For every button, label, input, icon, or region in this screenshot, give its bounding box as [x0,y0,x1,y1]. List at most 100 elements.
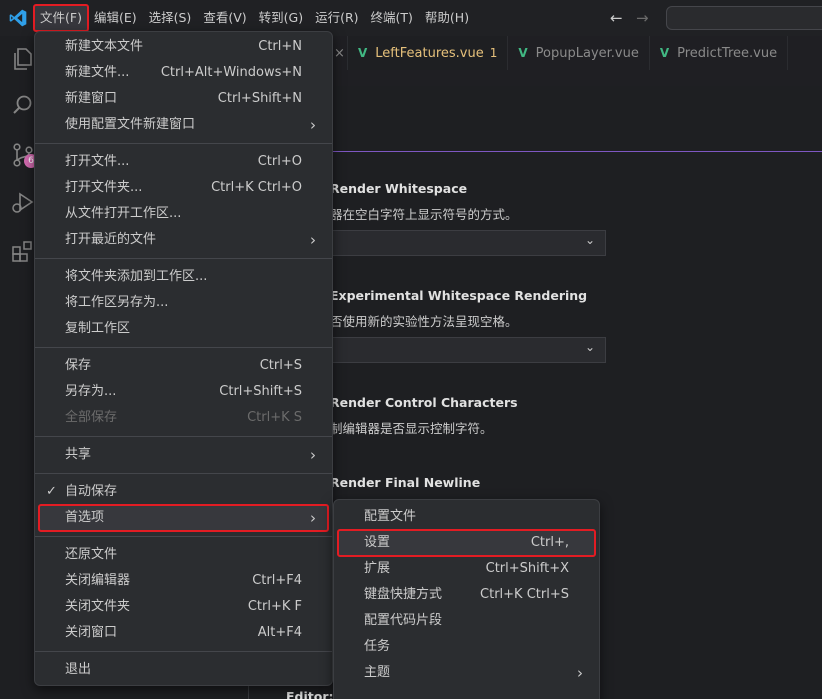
file-menu-item[interactable]: 还原文件 [39,542,328,568]
file-menu-item[interactable]: 新建文件... Ctrl+Alt+Windows+N [39,60,328,86]
file-menu-item[interactable]: 关闭编辑器 Ctrl+F4 [39,568,328,594]
menu-item-label: 从文件打开工作区... [65,206,182,221]
setting-title: Render Final Newline [330,475,481,490]
menu-item-shortcut: Ctrl+N [258,39,302,54]
menu-item-shortcut: Ctrl+K S [247,410,302,425]
menu-item-label: 关闭窗口 [65,625,118,640]
preferences-menu-item[interactable]: 键盘快捷方式 Ctrl+K Ctrl+S [338,582,595,608]
file-menu-item[interactable]: 从文件打开工作区... [39,201,328,227]
menu-item-shortcut: Ctrl+, [530,535,569,550]
file-menu-item[interactable]: 将工作区另存为... [39,290,328,316]
chevron-right-icon: › [310,116,316,134]
tab-label: LeftFeatures.vue [375,45,484,61]
extensions-icon[interactable] [10,238,36,264]
file-menu-item[interactable]: 打开文件夹... Ctrl+K Ctrl+O [39,175,328,201]
menu-item-shortcut: Ctrl+K F [247,599,302,614]
preferences-menu-item[interactable]: 扩展 Ctrl+Shift+X [338,556,595,582]
menu-item-label: 将文件夹添加到工作区... [65,269,208,284]
menu-separator [35,536,332,537]
menu-file[interactable]: 文件(F) [33,4,89,32]
menu-item-label: 首选项 [65,510,105,525]
render-whitespace-select[interactable]: ⌄ [332,230,606,256]
file-menu-item[interactable]: ✓ 自动保存 [39,479,328,505]
preferences-menu-item[interactable]: 任务 [338,634,595,660]
menu-item-label: 使用配置文件新建窗口 [65,117,196,132]
chevron-right-icon: › [577,664,583,682]
vscode-logo-icon [9,9,27,27]
file-menu-item[interactable]: 新建文本文件 Ctrl+N [39,34,328,60]
command-center-search[interactable] [666,6,822,30]
explorer-icon[interactable] [10,46,36,72]
menu-view[interactable]: 查看(V) [197,5,252,31]
menu-item-label: 退出 [65,662,92,677]
tab-problem-count: 1 [489,46,498,60]
tab-predicttree[interactable]: V PredictTree.vue [650,36,789,70]
menu-item-shortcut: Ctrl+K Ctrl+S [480,587,569,602]
preferences-menu-item[interactable]: 配置文件 [338,504,595,530]
file-menu-item[interactable]: 关闭窗口 Alt+F4 [39,620,328,646]
menu-item-shortcut: Ctrl+S [259,358,302,373]
setting-description: 否使用新的实验性方法呈现空格。 [330,314,518,329]
search-icon[interactable] [10,92,36,118]
chevron-down-icon: ⌄ [584,340,595,354]
menu-item-label: 配置代码片段 [364,613,443,628]
menu-item-shortcut: Alt+F4 [257,625,302,640]
menu-separator [35,651,332,652]
file-menu-item[interactable]: 全部保存 Ctrl+K S [39,405,328,431]
preferences-menu-item[interactable]: 配置代码片段 [338,608,595,634]
menu-item-label: 新建窗口 [65,91,118,106]
file-menu-item[interactable]: 退出 [39,657,328,683]
menu-separator [35,436,332,437]
file-menu-item[interactable]: 打开文件... Ctrl+O [39,149,328,175]
menu-help[interactable]: 帮助(H) [419,5,475,31]
menu-item-label: 配置文件 [364,509,417,524]
menu-item-label: 打开文件夹... [65,180,143,195]
file-menu-item[interactable]: 关闭文件夹 Ctrl+K F [39,594,328,620]
file-menu-item[interactable]: 另存为... Ctrl+Shift+S [39,379,328,405]
menu-run[interactable]: 运行(R) [309,5,364,31]
settings-menu-item[interactable]: 设置 Ctrl+, [337,529,596,557]
menu-terminal[interactable]: 终端(T) [365,5,419,31]
menu-selection[interactable]: 选择(S) [143,5,198,31]
file-menu-item[interactable]: 将文件夹添加到工作区... [39,264,328,290]
menu-go[interactable]: 转到(G) [253,5,309,31]
menu-item-label: 复制工作区 [65,321,131,336]
menu-item-shortcut: Ctrl+O [257,154,302,169]
forward-arrow-icon[interactable]: → [636,9,649,27]
menu-item-label: 将工作区另存为... [65,295,169,310]
menu-item-label: 全部保存 [65,410,118,425]
chevron-right-icon: › [310,509,316,527]
menu-item-label: 另存为... [65,384,117,399]
file-menu-item[interactable]: 新建窗口 Ctrl+Shift+N [39,86,328,112]
file-menu-item[interactable]: 共享 › [39,442,328,468]
menu-edit[interactable]: 编辑(E) [88,5,143,31]
chevron-down-icon: ⌄ [584,233,595,247]
menu-item-label: 关闭文件夹 [65,599,131,614]
run-debug-icon[interactable] [10,190,36,216]
back-arrow-icon[interactable]: ← [610,9,623,27]
menu-item-shortcut: Ctrl+K Ctrl+O [211,180,302,195]
menu-item-label: 新建文件... [65,65,130,80]
chevron-right-icon: › [310,231,316,249]
menu-item-shortcut: Ctrl+Shift+S [219,384,302,399]
preferences-menu-item[interactable]: 首选项 › [38,504,329,532]
setting-title: Render Whitespace [330,181,468,196]
tab-popuplayer[interactable]: V PopupLayer.vue [508,36,650,70]
vue-file-icon: V [659,46,670,60]
menu-item-shortcut: Ctrl+Alt+Windows+N [160,65,302,80]
whitespace-rendering-select[interactable]: ⌄ [332,337,606,363]
file-menu-item[interactable]: 打开最近的文件 › [39,227,328,253]
file-menu: 新建文本文件 Ctrl+N 新建文件... Ctrl+Alt+Windows+N 新建窗… [34,31,333,686]
menu-item-label: 自动保存 [65,484,118,499]
file-menu-item[interactable]: 使用配置文件新建窗口 › [39,112,328,138]
menu-item-label: 打开文件... [65,154,130,169]
file-menu-item[interactable]: 保存 Ctrl+S [39,353,328,379]
file-menu-item[interactable]: 复制工作区 [39,316,328,342]
setting-description: 器在空白字符上显示符号的方式。 [330,207,518,222]
tab-label: PopupLayer.vue [535,45,639,61]
tab-leftfeatures[interactable]: V LeftFeatures.vue 1 [348,36,509,70]
settings-divider [332,151,822,152]
tab-close-icon[interactable]: × [332,36,348,70]
editor-tabs: × V LeftFeatures.vue 1 V PopupLayer.vue … [332,36,822,70]
preferences-menu-item[interactable]: 主题 › [338,660,595,686]
